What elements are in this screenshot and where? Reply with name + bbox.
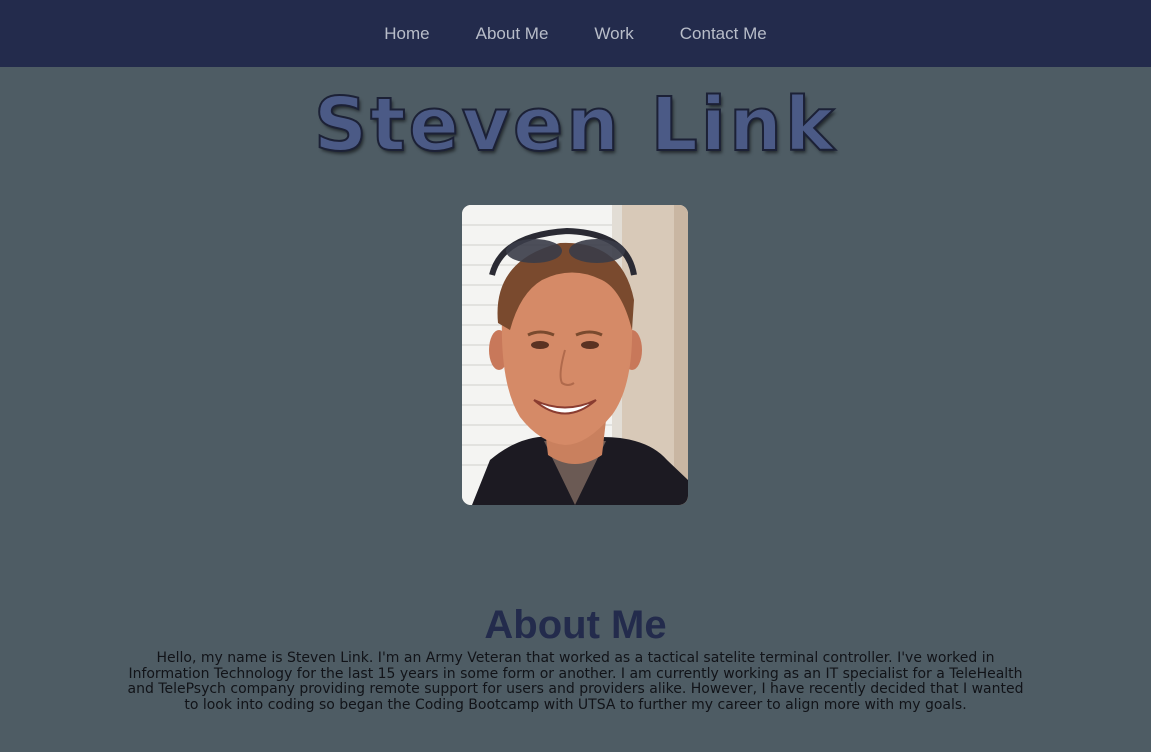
top-navbar: Home About Me Work Contact Me: [0, 0, 1151, 67]
nav-link-home[interactable]: Home: [361, 24, 452, 43]
nav-link-work[interactable]: Work: [571, 24, 656, 43]
nav-item-contact: Contact Me: [657, 0, 790, 67]
nav-link-contact-me[interactable]: Contact Me: [657, 24, 790, 43]
about-me-heading: About Me: [484, 603, 667, 647]
nav-item-work: Work: [571, 0, 656, 67]
profile-photo: [462, 205, 688, 505]
about-me-bio-text: Hello, my name is Steven Link. I'm an Ar…: [127, 650, 1024, 713]
nav-list: Home About Me Work Contact Me: [361, 0, 789, 67]
nav-item-home: Home: [361, 0, 452, 67]
profile-photo-illustration: [462, 205, 688, 505]
hero-name-title: Steven Link: [313, 81, 838, 169]
nav-link-about-me[interactable]: About Me: [453, 24, 572, 43]
nav-item-about: About Me: [453, 0, 572, 67]
